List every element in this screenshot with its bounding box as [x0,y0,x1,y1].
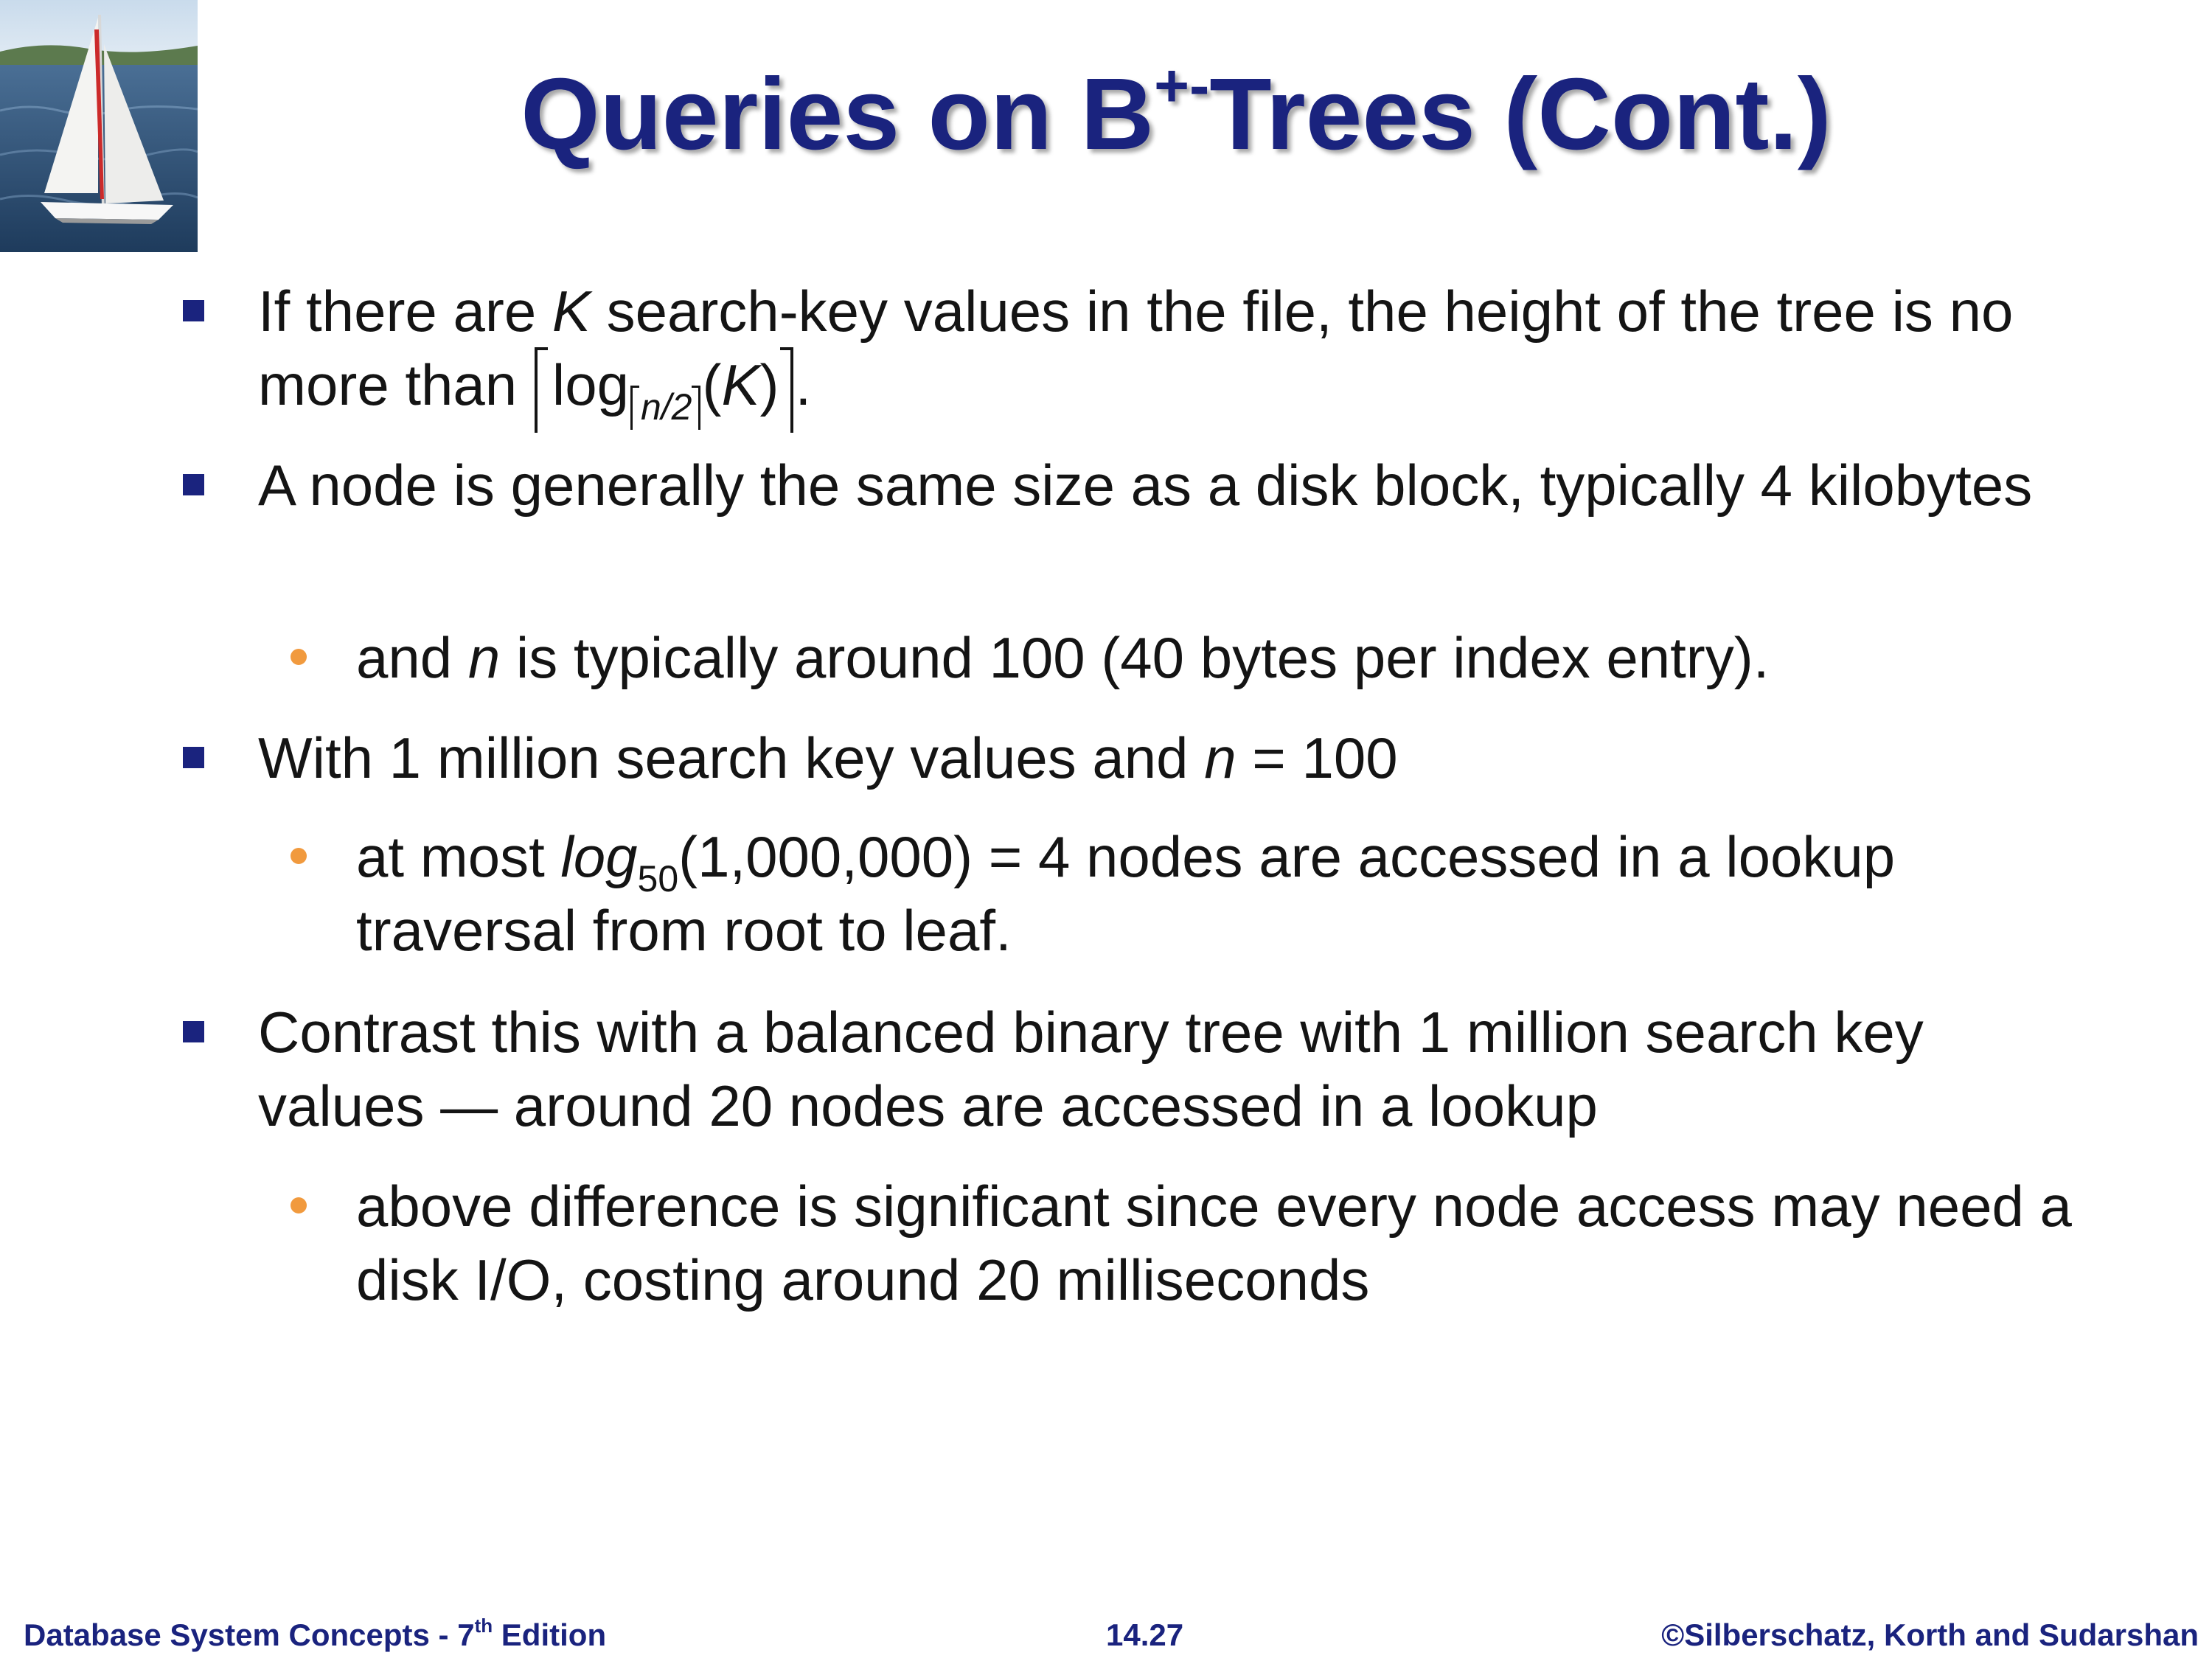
footer-book-title: Database System Concepts - 7th Edition [24,1615,607,1652]
ceiling-expression: log n/2 (K) [533,347,796,433]
title-superscript: +- [1154,52,1210,119]
slide: Queries on B+-Trees (Cont.) If there are… [0,0,2212,1659]
dot-bullet-icon [291,848,307,864]
square-bullet-icon [183,747,204,768]
bullet-item: If there are K search-key values in the … [183,274,2065,433]
sub-bullet-item: and n is typically around 100 (40 bytes … [291,621,2074,694]
sub-bullet-item: above difference is significant since ev… [291,1169,2074,1317]
bullet-item: With 1 million search key values and n =… [183,721,2065,795]
square-bullet-icon [183,300,204,321]
ceiling-subscript: n/2 [629,386,703,430]
footer-page-number: 14.27 [1106,1618,1184,1652]
footer-copyright: ©Silberschatz, Korth and Sudarshan [1661,1618,2199,1652]
bullet-item: Contrast this with a balanced binary tre… [183,995,2065,1143]
square-bullet-icon [183,1021,204,1042]
dot-bullet-icon [291,649,307,665]
square-bullet-icon [183,474,204,495]
slide-title: Queries on B+-Trees (Cont.) [221,52,2131,192]
sub-bullet-item: at most log50(1,000,000) = 4 nodes are a… [291,820,2074,967]
title-text: Queries on B [521,58,1155,171]
bullet-item: A node is generally the same size as a d… [183,448,2065,522]
title-text-suffix: Trees (Cont.) [1209,58,1832,171]
dot-bullet-icon [291,1197,307,1213]
sailboat-icon [0,0,198,252]
sailboat-logo-image [0,0,198,252]
